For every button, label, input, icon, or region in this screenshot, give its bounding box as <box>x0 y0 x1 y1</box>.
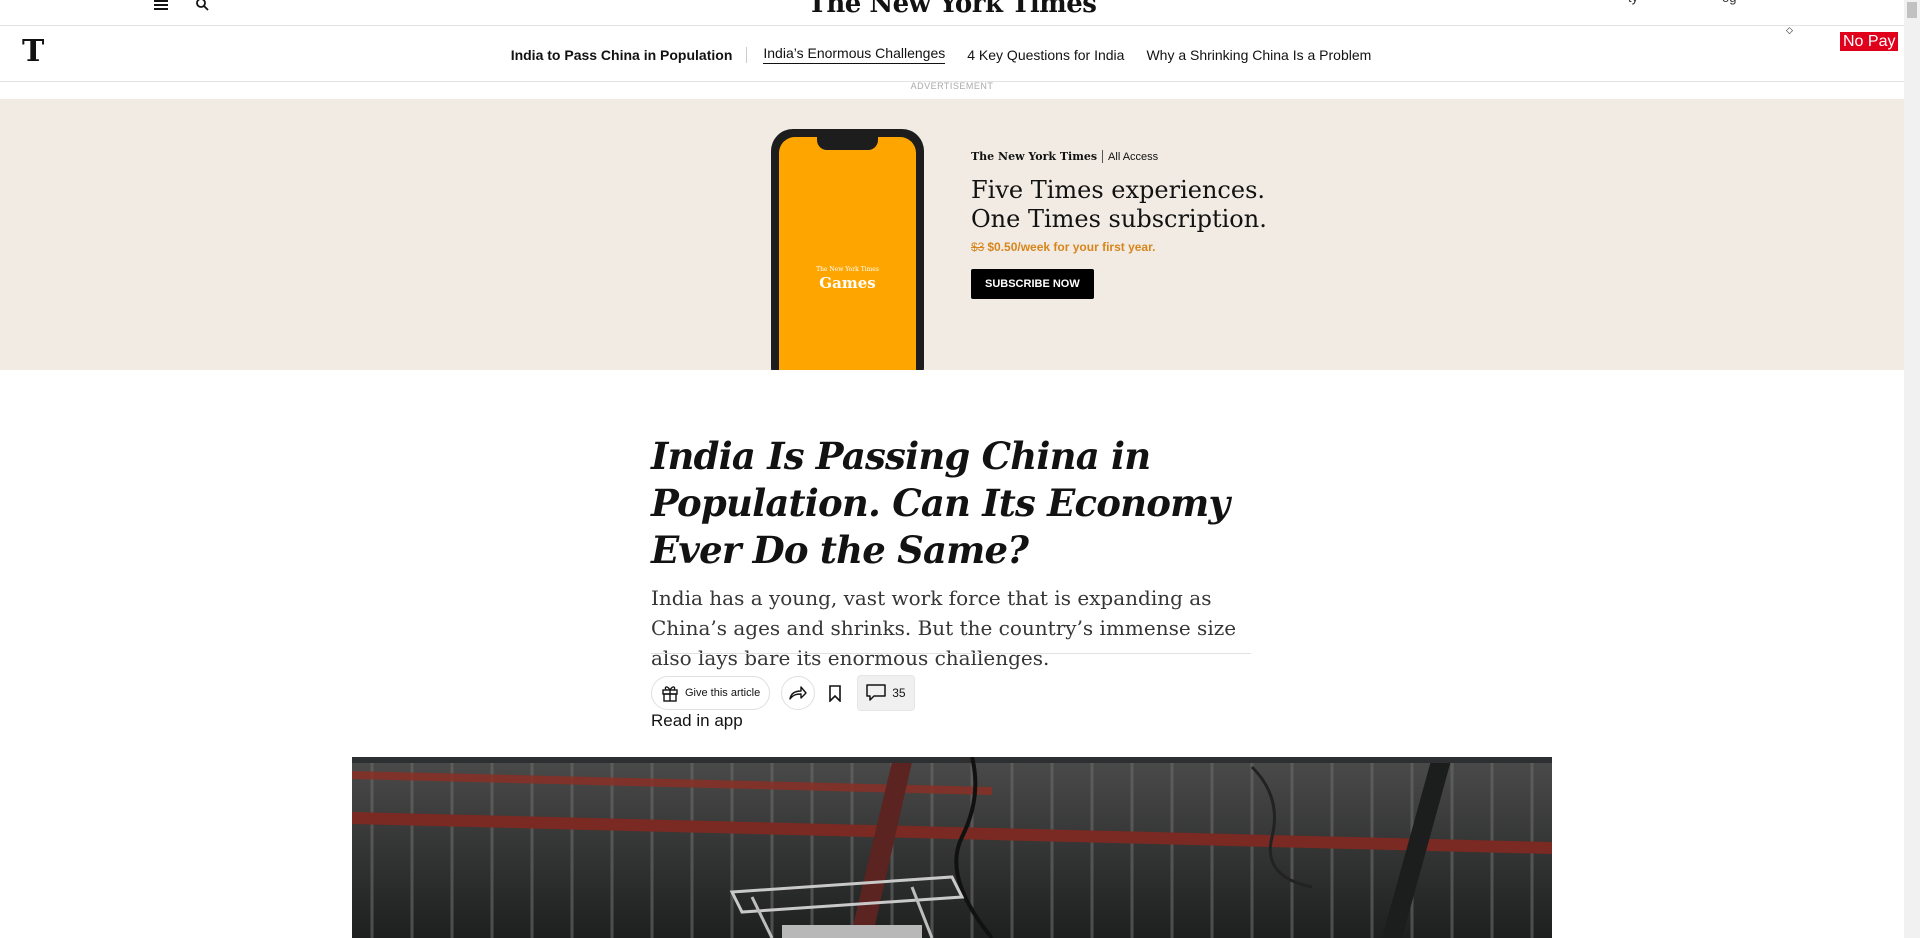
share-toolbar: Give this article 35 <box>651 675 915 711</box>
lead-photo <box>352 757 1552 938</box>
ad-old-price: $3 <box>971 240 985 254</box>
ad-headline: Five Times experiences. One Times subscr… <box>971 176 1267 234</box>
page-scrollbar[interactable] <box>1904 0 1920 938</box>
header-divider <box>651 653 1251 654</box>
ad-headline-line-1: Five Times experiences. <box>971 176 1266 204</box>
phone-brand-text: The New York Times <box>816 266 879 273</box>
masthead-logo[interactable]: The New York Times <box>0 0 1904 17</box>
scrollbar-thumb[interactable] <box>1907 2 1917 18</box>
ad-nyt-logo: The New York Times <box>971 150 1104 163</box>
nav-link-challenges[interactable]: India’s Enormous Challenges <box>763 45 946 64</box>
article-summary: India has a young, vast work force that … <box>651 586 1237 670</box>
ad-offer: $3 $0.50/week for your first year. <box>971 240 1267 254</box>
ad-headline-line-2: One Times subscription. <box>971 205 1267 233</box>
phone-notch <box>817 137 878 150</box>
subscribe-now-button[interactable]: SUBSCRIBE NOW <box>971 269 1094 299</box>
share-button[interactable] <box>781 676 816 710</box>
comment-bubble-icon <box>866 684 886 702</box>
extension-dot-icon[interactable]: ◇ <box>1786 25 1793 36</box>
phone-image: The New York Times Games <box>771 129 924 370</box>
nav-link-questions[interactable]: 4 Key Questions for India <box>967 47 1124 63</box>
read-in-app-link[interactable]: Read in app <box>651 711 743 731</box>
give-article-button[interactable]: Give this article <box>651 676 771 710</box>
masthead-fragment-1[interactable]: ty <box>1628 0 1638 5</box>
advertisement-banner[interactable]: The New York Times Games The New York Ti… <box>0 99 1904 370</box>
ad-copy: The New York Times All Access Five Times… <box>971 150 1267 299</box>
nav-main-label[interactable]: India to Pass China in Population <box>511 46 748 63</box>
story-nav: T India to Pass China in Population Indi… <box>0 25 1904 82</box>
share-arrow-icon <box>789 685 807 701</box>
comments-count: 35 <box>892 686 906 700</box>
ad-brand: The New York Times All Access <box>971 150 1267 163</box>
article-headline: India Is Passing China in Population. Ca… <box>651 434 1230 572</box>
no-pay-extension-badge[interactable]: No Pay <box>1840 32 1899 51</box>
masthead: The New York Times ty og <box>0 0 1904 26</box>
save-article-button[interactable] <box>825 677 845 709</box>
give-article-label: Give this article <box>685 687 761 699</box>
nav-link-shrinking-china[interactable]: Why a Shrinking China Is a Problem <box>1146 47 1371 63</box>
phone-games-label: Games <box>819 274 876 292</box>
ad-offer-text: $0.50/week for your first year. <box>987 240 1156 254</box>
ad-product-name: All Access <box>1108 150 1159 163</box>
phone-screen: The New York Times Games <box>779 137 916 370</box>
advertisement-label: ADVERTISEMENT <box>910 81 994 91</box>
comments-button[interactable]: 35 <box>857 675 915 711</box>
nav-items: India to Pass China in Population India’… <box>0 45 1904 64</box>
gift-icon <box>661 684 679 702</box>
masthead-fragment-2[interactable]: og <box>1722 0 1736 5</box>
article-header: India Is Passing China in Population. Ca… <box>651 433 1251 673</box>
bookmark-icon <box>829 684 842 702</box>
